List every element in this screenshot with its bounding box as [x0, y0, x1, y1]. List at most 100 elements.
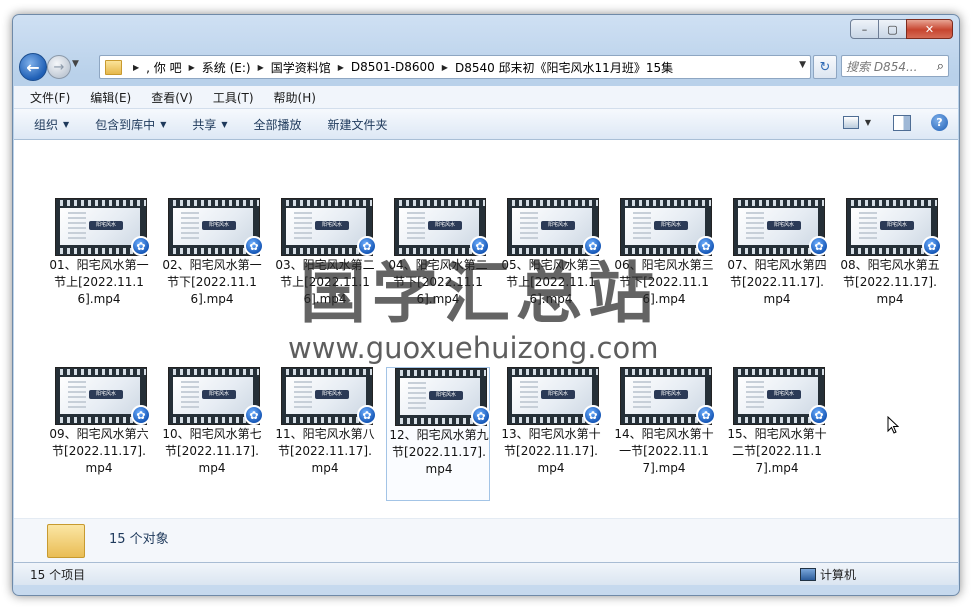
breadcrumb-label: 国学资料馆	[270, 60, 331, 75]
command-bar: 组织 ▼ 包含到库中 ▼ 共享 ▼ 全部播放 新建文件夹 ▼ ?	[14, 109, 958, 140]
media-player-icon: ✿	[357, 405, 377, 425]
folder-icon	[47, 524, 85, 558]
close-button[interactable]: ✕	[906, 19, 953, 39]
details-pane: 15 个对象	[14, 518, 958, 563]
mouse-cursor-icon	[887, 416, 899, 434]
breadcrumb-label: 系统 (E:)	[201, 60, 251, 75]
file-name: 12、阳宅风水第九节[2022.11.17].mp4	[389, 428, 489, 476]
menu-edit[interactable]: 编辑(E)	[74, 89, 139, 106]
file-name: 15、阳宅风水第十二节[2022.11.17].mp4	[727, 427, 827, 475]
media-player-icon: ✿	[809, 405, 829, 425]
thumbnail-banner: 阳宅风水	[202, 390, 236, 399]
new-folder-label: 新建文件夹	[327, 117, 388, 132]
folder-icon	[105, 59, 122, 75]
file-name: 01、阳宅风水第一节上[2022.11.16].mp4	[49, 258, 149, 306]
file-item[interactable]: 阳宅风水 ✿ 15、阳宅风水第十二节[2022.11.17].mp4	[725, 367, 829, 501]
menu-file[interactable]: 文件(F)	[14, 89, 78, 106]
breadcrumb-label: D8501-D8600	[350, 60, 435, 74]
watermark-url: www.guoxuehuizong.com	[288, 331, 659, 365]
chevron-down-icon: ▼	[63, 119, 70, 129]
organize-button[interactable]: 组织 ▼	[14, 116, 83, 133]
thumbnail-banner: 阳宅风水	[541, 390, 575, 399]
chevron-right-icon[interactable]: ▶	[258, 63, 264, 72]
file-name: 13、阳宅风水第十节[2022.11.17].mp4	[501, 427, 601, 475]
file-item[interactable]: 阳宅风水 ✿ 10、阳宅风水第七节[2022.11.17].mp4	[160, 367, 264, 501]
file-name: 09、阳宅风水第六节[2022.11.17].mp4	[49, 427, 149, 475]
file-item[interactable]: 阳宅风水 ✿ 13、阳宅风水第十节[2022.11.17].mp4	[499, 367, 603, 501]
new-folder-button[interactable]: 新建文件夹	[316, 116, 402, 133]
file-name: 02、阳宅风水第一节下[2022.11.16].mp4	[162, 258, 262, 306]
share-label: 共享	[192, 117, 217, 132]
address-bar[interactable]: ▶ , 你 吧 ▶ 系统 (E:) ▶ 国学资料馆 ▶ D8501-D8600 ▶ D8540 邱…	[99, 55, 811, 79]
view-options-chevron-icon[interactable]: ▼	[865, 118, 871, 127]
refresh-button[interactable]: ↻	[813, 55, 837, 79]
caption-buttons: – ▢ ✕	[850, 19, 953, 39]
chevron-right-icon[interactable]: ▶	[338, 63, 344, 72]
thumbnail-banner: 阳宅风水	[202, 221, 236, 230]
breadcrumb-item[interactable]: ▶ , 你 吧	[126, 59, 182, 76]
chevron-right-icon[interactable]: ▶	[133, 63, 139, 72]
file-name: 11、阳宅风水第八节[2022.11.17].mp4	[275, 427, 375, 475]
breadcrumb-item[interactable]: ▶ 系统 (E:)	[182, 59, 251, 76]
thumbnail-banner: 阳宅风水	[89, 221, 123, 230]
breadcrumb-label: D8540 邱末初《阳宅风水11月班》15集	[454, 60, 674, 75]
breadcrumb-item[interactable]: ▶ 国学资料馆	[251, 59, 331, 76]
back-button[interactable]: ←	[19, 53, 47, 81]
file-name: 14、阳宅风水第十一节[2022.11.17].mp4	[614, 427, 714, 475]
include-in-library-button[interactable]: 包含到库中 ▼	[83, 116, 180, 133]
file-item[interactable]: 阳宅风水 ✿ 01、阳宅风水第一节上[2022.11.16].mp4	[47, 198, 151, 332]
change-view-icon[interactable]	[842, 116, 859, 129]
media-player-icon: ✿	[809, 236, 829, 256]
status-bar: 15 个项目 计算机	[14, 562, 958, 585]
menu-tools[interactable]: 工具(T)	[197, 89, 262, 106]
search-icon[interactable]: ⌕	[937, 59, 944, 74]
include-library-label: 包含到库中	[95, 117, 156, 132]
search-placeholder: 搜索 D854...	[846, 59, 918, 74]
file-item[interactable]: 阳宅风水 ✿ 02、阳宅风水第一节下[2022.11.16].mp4	[160, 198, 264, 332]
breadcrumb-label: , 你 吧	[146, 60, 182, 75]
thumbnail-banner: 阳宅风水	[428, 221, 462, 230]
media-player-icon: ✿	[922, 236, 942, 256]
search-input[interactable]: 搜索 D854... ⌕	[841, 55, 949, 77]
maximize-button[interactable]: ▢	[878, 19, 907, 39]
breadcrumb: ▶ , 你 吧 ▶ 系统 (E:) ▶ 国学资料馆 ▶ D8501-D8600 ▶ D8540 邱…	[126, 59, 673, 76]
media-player-icon: ✿	[131, 236, 151, 256]
thumbnail-banner: 阳宅风水	[654, 221, 688, 230]
thumbnail-banner: 阳宅风水	[767, 221, 801, 230]
item-count: 15 个项目	[30, 567, 86, 582]
file-name: 08、阳宅风水第五节[2022.11.17].mp4	[840, 258, 940, 306]
media-player-icon: ✿	[696, 236, 716, 256]
breadcrumb-item[interactable]: ▶ D8540 邱末初《阳宅风水11月班》15集	[435, 59, 673, 76]
file-item[interactable]: 阳宅风水 ✿ 08、阳宅风水第五节[2022.11.17].mp4	[838, 198, 942, 332]
play-all-button[interactable]: 全部播放	[242, 116, 316, 133]
chevron-right-icon[interactable]: ▶	[189, 63, 195, 72]
file-item[interactable]: 阳宅风水 ✿ 09、阳宅风水第六节[2022.11.17].mp4	[47, 367, 151, 501]
menu-help[interactable]: 帮助(H)	[258, 89, 324, 106]
file-item[interactable]: 阳宅风水 ✿ 12、阳宅风水第九节[2022.11.17].mp4	[386, 367, 491, 501]
menu-bar: 文件(F) 编辑(E) 查看(V) 工具(T) 帮助(H)	[14, 86, 958, 109]
chevron-down-icon: ▼	[160, 119, 167, 129]
forward-button[interactable]: →	[47, 55, 71, 79]
media-player-icon: ✿	[696, 405, 716, 425]
thumbnail-banner: 阳宅风水	[880, 221, 914, 230]
recent-pages-dropdown[interactable]: ▼	[72, 59, 79, 69]
thumbnail-banner: 阳宅风水	[541, 221, 575, 230]
thumbnail-banner: 阳宅风水	[315, 390, 349, 399]
minimize-button[interactable]: –	[850, 19, 879, 39]
location-label: 计算机	[820, 567, 857, 582]
address-dropdown-icon[interactable]: ▼	[799, 60, 806, 70]
preview-pane-icon[interactable]	[893, 114, 911, 131]
menu-view[interactable]: 查看(V)	[135, 89, 201, 106]
breadcrumb-item[interactable]: ▶ D8501-D8600	[331, 60, 435, 74]
file-item[interactable]: 阳宅风水 ✿ 11、阳宅风水第八节[2022.11.17].mp4	[273, 367, 377, 501]
thumbnail-banner: 阳宅风水	[654, 390, 688, 399]
computer-icon	[800, 567, 816, 581]
media-player-icon: ✿	[471, 406, 491, 426]
chevron-right-icon[interactable]: ▶	[442, 63, 448, 72]
status-location: 计算机	[800, 566, 856, 583]
file-item[interactable]: 阳宅风水 ✿ 07、阳宅风水第四节[2022.11.17].mp4	[725, 198, 829, 332]
help-icon[interactable]: ?	[931, 114, 948, 131]
file-item[interactable]: 阳宅风水 ✿ 14、阳宅风水第十一节[2022.11.17].mp4	[612, 367, 716, 501]
share-button[interactable]: 共享 ▼	[180, 116, 241, 133]
media-player-icon: ✿	[244, 236, 264, 256]
